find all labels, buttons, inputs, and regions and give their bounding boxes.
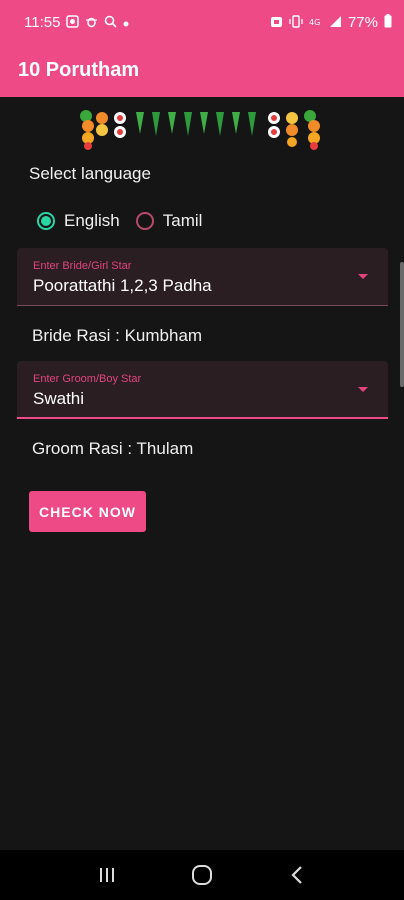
bug-icon [85,15,98,30]
radio-english[interactable]: English [37,211,120,231]
field-underline [17,417,388,419]
groom-rasi-text: Groom Rasi : Thulam [32,439,194,458]
app-title: 10 Porutham [18,59,140,81]
svg-text:4G: 4G [309,18,320,27]
battery-percentage: 77% [347,13,378,31]
language-radio-group: English Tamil [37,211,218,231]
radio-tamil[interactable]: Tamil [135,211,203,231]
battery-icon [384,14,392,30]
home-icon [191,865,212,885]
status-left: 11:55 [24,14,129,31]
groom-star-dropdown[interactable]: Enter Groom/Boy Star Swathi [17,361,388,419]
field-underline [17,305,388,306]
radio-tamil-label: Tamil [162,211,203,230]
search-icon [104,15,118,30]
scrollbar[interactable] [400,262,404,387]
radio-button-unselected[interactable] [135,212,154,230]
select-language-label: Select language [29,164,151,183]
signal-icon [329,15,342,30]
recent-apps-icon [100,868,115,882]
status-right: 4G 77% [270,14,392,31]
bride-star-label: Enter Bride/Girl Star [33,260,132,272]
bride-star-value: Poorattathi 1,2,3 Padha [33,276,212,295]
recent-apps-button[interactable] [87,855,127,895]
dropdown-arrow-icon [358,274,368,279]
radio-english-label: English [64,211,120,230]
bride-star-dropdown[interactable]: Enter Bride/Girl Star Poorattathi 1,2,3 … [17,248,388,306]
groom-star-value: Swathi [33,389,85,408]
check-now-button[interactable]: CHECK NOW [29,491,146,532]
dot-icon [123,16,129,29]
toran-decoration-icon [80,110,320,150]
back-button[interactable] [277,855,317,895]
back-icon [291,866,302,884]
gallery-icon [66,14,80,30]
alarm-icon [270,15,283,30]
mango-leaves [136,112,256,136]
app-bar: 10 Porutham [0,44,404,97]
vibrate-icon [289,14,303,30]
radio-button-selected[interactable] [37,212,55,230]
navigation-bar [0,850,404,900]
status-bar: 11:55 4G 77% [0,0,404,44]
flower-garland-left [80,110,126,150]
volte-icon: 4G [309,15,323,30]
bride-rasi-text: Bride Rasi : Kumbham [32,326,203,345]
groom-star-label: Enter Groom/Boy Star [33,373,142,385]
dropdown-arrow-icon [358,387,368,392]
home-button[interactable] [182,855,222,895]
flower-garland-right [268,110,320,150]
status-time: 11:55 [24,13,61,31]
